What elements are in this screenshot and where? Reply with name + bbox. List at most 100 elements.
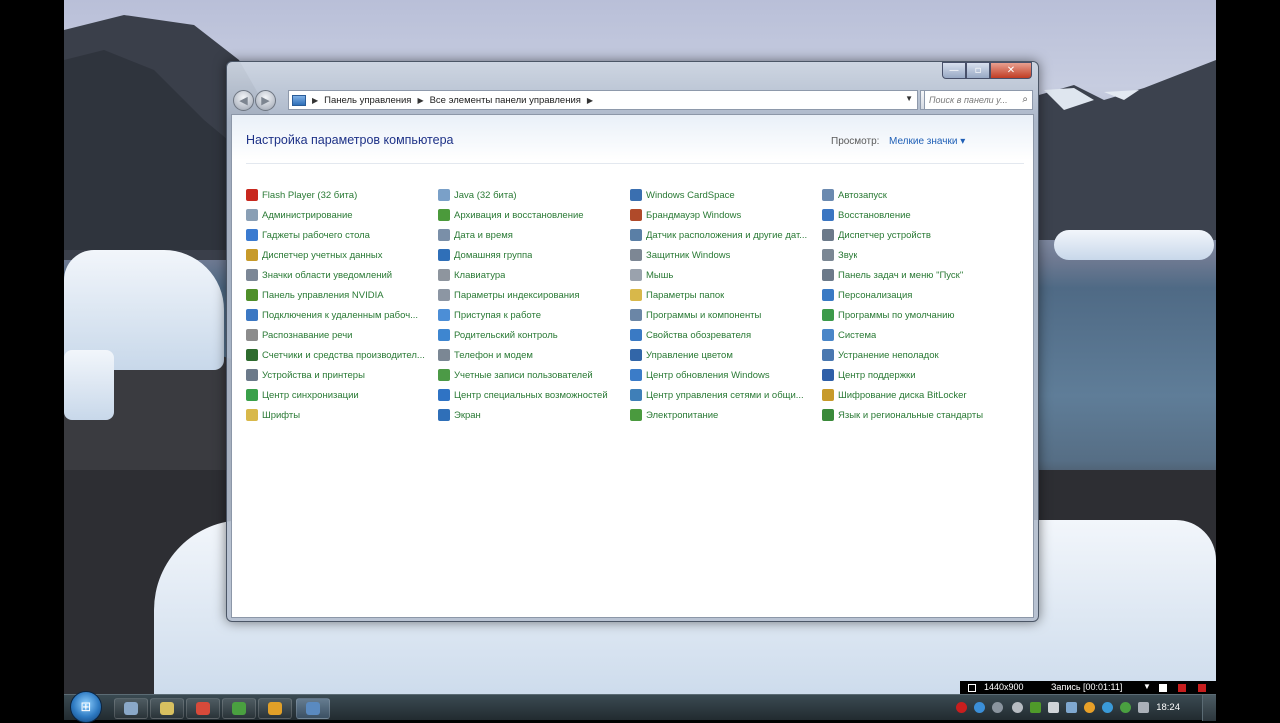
divider [246,163,1024,164]
chevron-right-icon[interactable]: ▶ [417,96,423,105]
control-panel-item[interactable]: Дата и время [438,225,623,245]
fonts-icon [246,409,258,421]
address-bar[interactable]: ▶ Панель управления ▶ Все элементы панел… [288,90,918,110]
back-button[interactable]: ◀ [233,90,254,111]
volume-icon[interactable] [1048,702,1059,713]
chrome-icon [196,702,210,715]
update-tray-icon[interactable] [1084,702,1095,713]
taskbar-app-folder[interactable] [150,698,184,719]
stop-icon[interactable] [1198,684,1206,692]
control-panel-item[interactable]: Параметры индексирования [438,285,623,305]
chevron-down-icon[interactable]: ▼ [1143,682,1151,691]
control-panel-item[interactable]: Мышь [630,265,815,285]
control-panel-item[interactable]: Управление цветом [630,345,815,365]
taskbar-app-chrome[interactable] [186,698,220,719]
control-panel-item[interactable]: Центр управления сетями и общи... [630,385,815,405]
show-desktop-button[interactable] [1202,695,1216,721]
content-area: Настройка параметров компьютера Просмотр… [231,114,1034,618]
control-panel-item-label: Шрифты [262,409,301,421]
control-panel-item[interactable]: Восстановление [822,205,1007,225]
pause-icon[interactable] [1178,684,1186,692]
control-panel-item[interactable]: Система [822,325,1007,345]
gadgets-icon [246,229,258,241]
default-programs-icon [822,309,834,321]
control-panel-item[interactable]: Шифрование диска BitLocker [822,385,1007,405]
control-panel-item[interactable]: Язык и региональные стандарты [822,405,1007,425]
control-panel-item[interactable]: Распознавание речи [246,325,431,345]
control-panel-item[interactable]: Программы по умолчанию [822,305,1007,325]
control-panel-item[interactable]: Диспетчер учетных данных [246,245,431,265]
control-panel-item[interactable]: Шрифты [246,405,431,425]
control-panel-item[interactable]: Java (32 бита) [438,185,623,205]
maximize-button[interactable]: ▫ [966,62,990,79]
control-panel-item[interactable]: Приступая к работе [438,305,623,325]
control-panel-item-label: Восстановление [838,209,911,221]
taskbar-app-explorer[interactable] [114,698,148,719]
control-panel-item[interactable]: Свойства обозревателя [630,325,815,345]
control-panel-item[interactable]: Панель управления NVIDIA [246,285,431,305]
taskbar-app-control-panel[interactable] [296,698,330,719]
view-mode-dropdown[interactable]: Мелкие значки ▾ [889,136,965,147]
start-button[interactable]: ⊞ [70,691,102,723]
control-panel-item[interactable]: Подключения к удаленным рабоч... [246,305,431,325]
control-panel-item[interactable]: Автозапуск [822,185,1007,205]
control-panel-item[interactable]: Датчик расположения и другие дат... [630,225,815,245]
control-panel-item[interactable]: Устройства и принтеры [246,365,431,385]
forward-button[interactable]: ▶ [255,90,276,111]
globe-icon[interactable] [974,702,985,713]
control-panel-item[interactable]: Клавиатура [438,265,623,285]
chevron-down-icon[interactable]: ▼ [905,94,913,103]
getting-started-icon [438,309,450,321]
control-panel-item[interactable]: Экран [438,405,623,425]
control-panel-item[interactable]: Панель задач и меню "Пуск" [822,265,1007,285]
clock[interactable]: 18:24 [1156,702,1180,713]
keyboard-tray-icon[interactable] [1138,702,1149,713]
network-tray-icon[interactable] [1066,702,1077,713]
search-input[interactable]: Поиск в панели у... ⌕ [924,90,1033,110]
control-panel-item[interactable]: Электропитание [630,405,815,425]
control-panel-item[interactable]: Устранение неполадок [822,345,1007,365]
nvidia-tray-icon[interactable] [1030,702,1041,713]
control-panel-item[interactable]: Центр поддержки [822,365,1007,385]
java-icon [438,189,450,201]
control-panel-item[interactable]: Счетчики и средства производител... [246,345,431,365]
control-panel-item[interactable]: Flash Player (32 бита) [246,185,431,205]
disc-icon[interactable] [1012,702,1023,713]
chevron-right-icon[interactable]: ▶ [312,96,318,105]
control-panel-item[interactable]: Брандмауэр Windows [630,205,815,225]
control-panel-item[interactable]: Персонализация [822,285,1007,305]
taskbar-app-torrent[interactable] [222,698,256,719]
taskbar-app-chrome-2[interactable] [258,698,292,719]
control-panel-item[interactable]: Гаджеты рабочего стола [246,225,431,245]
close-button[interactable]: ✕ [990,62,1032,79]
control-panel-item[interactable]: Администрирование [246,205,431,225]
control-panel-item[interactable]: Программы и компоненты [630,305,815,325]
control-panel-item[interactable]: Домашняя группа [438,245,623,265]
torrent-tray-icon[interactable] [1120,702,1131,713]
control-panel-item[interactable]: Центр синхронизации [246,385,431,405]
search-icon[interactable]: ⌕ [1022,94,1028,105]
control-panel-item[interactable]: Центр обновления Windows [630,365,815,385]
chevron-right-icon[interactable]: ▶ [587,96,593,105]
control-panel-item[interactable]: Значки области уведомлений [246,265,431,285]
control-panel-item[interactable]: Защитник Windows [630,245,815,265]
control-panel-item[interactable]: Архивация и восстановление [438,205,623,225]
breadcrumb-control-panel[interactable]: Панель управления [324,95,411,106]
control-panel-item[interactable]: Диспетчер устройств [822,225,1007,245]
control-panel-item[interactable]: Учетные записи пользователей [438,365,623,385]
control-panel-item[interactable]: Родительский контроль [438,325,623,345]
control-panel-item[interactable]: Телефон и модем [438,345,623,365]
record-icon[interactable] [956,702,967,713]
control-panel-item[interactable]: Параметры папок [630,285,815,305]
control-panel-item[interactable]: Центр специальных возможностей [438,385,623,405]
minimize-button[interactable]: — [942,62,966,79]
screen-recorder-bar: 1440x900 Запись [00:01:11] ▼ [960,681,1216,694]
breadcrumb-all-items[interactable]: Все элементы панели управления [430,95,581,106]
sync-tray-icon[interactable] [1102,702,1113,713]
control-panel-item[interactable]: Windows CardSpace [630,185,815,205]
control-panel-item[interactable]: Звук [822,245,1007,265]
flag-icon[interactable] [992,702,1003,713]
camera-icon[interactable] [1159,684,1167,692]
control-panel-item-label: Устройства и принтеры [262,369,365,381]
control-panel-item-label: Центр обновления Windows [646,369,770,381]
